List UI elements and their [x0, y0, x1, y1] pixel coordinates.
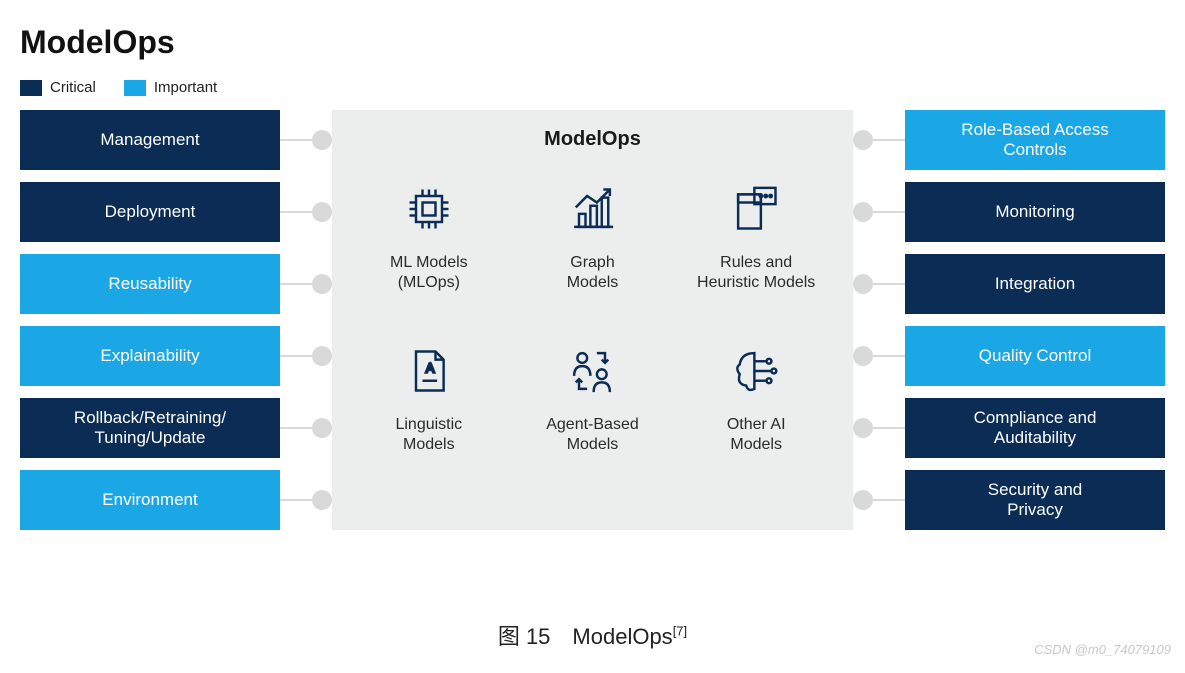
watermark: CSDN @m0_74079109	[1034, 642, 1171, 657]
right-pill-security: Security andPrivacy	[905, 470, 1165, 530]
left-pill-environment: Environment	[20, 470, 280, 530]
figure-caption: 图 15 ModelOps[7]	[0, 619, 1185, 651]
model-graph: GraphModels	[526, 181, 660, 293]
model-rules: Rules andHeuristic Models	[689, 181, 823, 293]
connector-dot-icon	[312, 202, 332, 222]
connector-dot-icon	[312, 346, 332, 366]
connector-dot-icon	[312, 130, 332, 150]
connector-dot-icon	[853, 418, 873, 438]
connector	[280, 398, 332, 458]
connector	[280, 326, 332, 386]
center-title: ModelOps	[362, 128, 823, 151]
connector-dot-icon	[853, 346, 873, 366]
right-pill-quality: Quality Control	[905, 326, 1165, 386]
legend-important: Important	[124, 79, 217, 96]
legend-critical-label: Critical	[50, 79, 96, 96]
left-pill-explainability: Explainability	[20, 326, 280, 386]
connector	[853, 254, 905, 314]
left-connectors	[280, 110, 332, 530]
left-pill-management: Management	[20, 110, 280, 170]
connector-dot-icon	[853, 490, 873, 510]
model-ml: ML Models(MLOps)	[362, 181, 496, 293]
right-pill-rbac: Role-Based AccessControls	[905, 110, 1165, 170]
diagram-layout: Management Deployment Reusability Explai…	[20, 110, 1165, 530]
center-grid: ML Models(MLOps) GraphModels	[362, 181, 823, 455]
right-pill-integration: Integration	[905, 254, 1165, 314]
connector	[853, 182, 905, 242]
agents-icon	[564, 343, 620, 399]
left-pill-rollback: Rollback/Retraining/Tuning/Update	[20, 398, 280, 458]
model-ml-label: ML Models(MLOps)	[390, 253, 468, 293]
swatch-critical	[20, 80, 42, 96]
connector	[280, 110, 332, 170]
chip-icon	[401, 181, 457, 237]
center-panel: ModelOps ML Models(MLOps)	[332, 110, 853, 530]
connector	[280, 254, 332, 314]
connector-dot-icon	[312, 418, 332, 438]
model-linguistic: A LinguisticModels	[362, 343, 496, 455]
graph-icon	[564, 181, 620, 237]
model-other-label: Other AIModels	[727, 415, 786, 455]
model-rules-label: Rules andHeuristic Models	[697, 253, 815, 293]
connector-dot-icon	[853, 274, 873, 294]
caption-text: 图 15 ModelOps	[498, 624, 673, 649]
connector-dot-icon	[853, 130, 873, 150]
connector	[280, 182, 332, 242]
connector-dot-icon	[312, 274, 332, 294]
connector	[853, 110, 905, 170]
svg-text:A: A	[426, 361, 435, 376]
doc-icon: A	[401, 343, 457, 399]
page-title: ModelOps	[20, 24, 1165, 61]
connector-dot-icon	[853, 202, 873, 222]
model-other: Other AIModels	[689, 343, 823, 455]
legend-critical: Critical	[20, 79, 96, 96]
swatch-important	[124, 80, 146, 96]
model-graph-label: GraphModels	[567, 253, 619, 293]
connector	[853, 398, 905, 458]
connector	[280, 470, 332, 530]
legend-important-label: Important	[154, 79, 217, 96]
right-pill-monitoring: Monitoring	[905, 182, 1165, 242]
left-column: Management Deployment Reusability Explai…	[20, 110, 280, 530]
model-agent-label: Agent-BasedModels	[546, 415, 639, 455]
connector	[853, 470, 905, 530]
caption-citation: [7]	[673, 624, 687, 639]
left-pill-deployment: Deployment	[20, 182, 280, 242]
model-agent: Agent-BasedModels	[526, 343, 660, 455]
legend: Critical Important	[20, 79, 1165, 96]
connector-dot-icon	[312, 490, 332, 510]
brain-icon	[728, 343, 784, 399]
right-pill-compliance: Compliance andAuditability	[905, 398, 1165, 458]
connector	[853, 326, 905, 386]
right-column: Role-Based AccessControls Monitoring Int…	[905, 110, 1165, 530]
right-connectors	[853, 110, 905, 530]
left-pill-reusability: Reusability	[20, 254, 280, 314]
rules-icon	[728, 181, 784, 237]
model-linguistic-label: LinguisticModels	[395, 415, 462, 455]
